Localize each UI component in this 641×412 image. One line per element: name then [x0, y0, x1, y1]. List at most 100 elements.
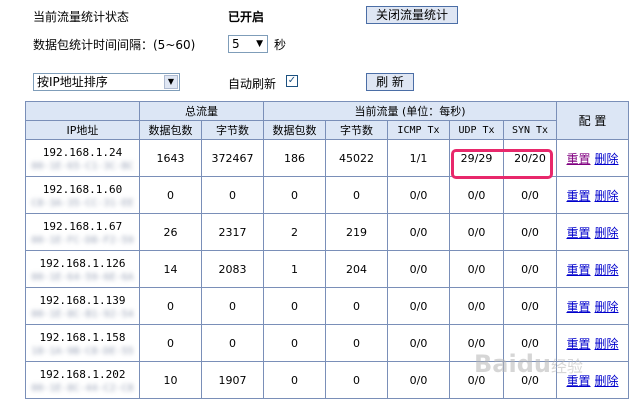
cell-total-packets: 26 — [139, 213, 202, 251]
ip-cell: 192.168.1.158 18-1A-9B-C8-DE-55 — [25, 324, 140, 362]
delete-link[interactable]: 删除 — [595, 189, 619, 203]
cell-syn: 0/0 — [503, 213, 557, 251]
header-total-bytes: 字节数 — [201, 120, 264, 140]
cell-total-bytes: 2317 — [201, 213, 264, 251]
cell-cur-bytes: 204 — [325, 250, 388, 288]
sort-select[interactable]: 按IP地址排序 ▼ — [33, 73, 180, 91]
config-cell: 重置 删除 — [556, 176, 629, 214]
cell-udp: 0/0 — [449, 213, 504, 251]
header-udp-tx: UDP Tx — [449, 120, 504, 140]
cell-syn: 0/0 — [503, 250, 557, 288]
interval-select[interactable]: 5 ▼ — [228, 35, 268, 53]
cell-icmp: 1/1 — [387, 139, 450, 177]
ip-cell: 192.168.1.24 00-1E-65-C1-3C-BC — [25, 139, 140, 177]
auto-refresh-checkbox[interactable]: ✓ — [286, 75, 298, 87]
mac-address: 00-1E-FC-D8-F2-59 — [31, 235, 134, 246]
cell-syn: 0/0 — [503, 287, 557, 325]
ip-cell: 192.168.1.202 00-1E-8C-44-C2-C8 — [25, 361, 140, 399]
delete-link[interactable]: 删除 — [595, 337, 619, 351]
config-cell: 重置 删除 — [556, 250, 629, 288]
table-row: 192.168.1.60 C8-3A-35-CC-31-EE 0 0 0 0 0/0 0/0 0… — [25, 176, 629, 214]
delete-link[interactable]: 删除 — [595, 263, 619, 277]
mac-address: 00-1E-8C-B1-92-54 — [31, 309, 134, 320]
cell-udp: 0/0 — [449, 176, 504, 214]
table-row: 192.168.1.126 00-1E-64-59-6E-6A 14 2083 1 204… — [25, 250, 629, 288]
cell-udp: 0/0 — [449, 250, 504, 288]
header-cur-bytes: 字节数 — [325, 120, 388, 140]
chevron-down-icon: ▼ — [164, 75, 178, 89]
cell-total-bytes: 1907 — [201, 361, 264, 399]
ip-cell: 192.168.1.67 00-1E-FC-D8-F2-59 — [25, 213, 140, 251]
cell-total-packets: 0 — [139, 324, 202, 362]
mac-address: 00-1E-8C-44-C2-C8 — [31, 383, 134, 394]
cell-total-packets: 0 — [139, 176, 202, 214]
interval-label: 数据包统计时间间隔：(5~60) — [33, 38, 196, 52]
reset-link[interactable]: 重置 — [566, 226, 590, 240]
reset-link[interactable]: 重置 — [566, 337, 590, 351]
ip-cell: 192.168.1.126 00-1E-64-59-6E-6A — [25, 250, 140, 288]
header-ip: IP地址 — [25, 120, 140, 140]
chevron-down-icon: ▼ — [256, 39, 263, 49]
baidu-watermark: Baidu经验 — [474, 350, 583, 378]
header-syn-tx: SYN Tx — [503, 120, 557, 140]
delete-link[interactable]: 删除 — [595, 152, 619, 166]
refresh-button[interactable]: 刷 新 — [366, 73, 414, 91]
ip-cell: 192.168.1.139 00-1E-8C-B1-92-54 — [25, 287, 140, 325]
reset-link[interactable]: 重置 — [566, 263, 590, 277]
config-cell: 重置 删除 — [556, 139, 629, 177]
cell-cur-packets: 1 — [263, 250, 326, 288]
cell-cur-bytes: 0 — [325, 176, 388, 214]
cell-udp: 0/0 — [449, 287, 504, 325]
ip-address: 192.168.1.158 — [39, 331, 126, 344]
cell-total-packets: 10 — [139, 361, 202, 399]
cell-cur-bytes: 219 — [325, 213, 388, 251]
watermark-main: Baidu — [474, 350, 551, 378]
header-icmp-tx: ICMP Tx — [387, 120, 450, 140]
config-cell: 重置 删除 — [556, 287, 629, 325]
mac-address: C8-3A-35-CC-31-EE — [31, 198, 134, 209]
auto-refresh-label: 自动刷新 — [228, 77, 277, 91]
cell-icmp: 0/0 — [387, 213, 450, 251]
cell-icmp: 0/0 — [387, 361, 450, 399]
config-cell: 重置 删除 — [556, 213, 629, 251]
cell-total-packets: 1643 — [139, 139, 202, 177]
highlight-box — [451, 149, 553, 179]
table-row: 192.168.1.139 00-1E-8C-B1-92-54 0 0 0 0 0/0 0/0… — [25, 287, 629, 325]
cell-icmp: 0/0 — [387, 287, 450, 325]
delete-link[interactable]: 删除 — [595, 300, 619, 314]
cell-total-packets: 14 — [139, 250, 202, 288]
delete-link[interactable]: 删除 — [595, 226, 619, 240]
cell-total-bytes: 0 — [201, 176, 264, 214]
cell-icmp: 0/0 — [387, 250, 450, 288]
table-row: 192.168.1.67 00-1E-FC-D8-F2-59 26 2317 2 219 0… — [25, 213, 629, 251]
ip-address: 192.168.1.202 — [39, 368, 126, 381]
mac-address: 18-1A-9B-C8-DE-55 — [31, 346, 134, 357]
cell-cur-bytes: 0 — [325, 361, 388, 399]
header-config: 配 置 — [556, 101, 629, 140]
interval-unit: 秒 — [274, 38, 287, 52]
cell-cur-packets: 0 — [263, 324, 326, 362]
reset-link[interactable]: 重置 — [566, 189, 590, 203]
header-cur-packets: 数据包数 — [263, 120, 326, 140]
reset-link[interactable]: 重置 — [566, 152, 590, 166]
cell-total-packets: 0 — [139, 287, 202, 325]
ip-address: 192.168.1.126 — [39, 257, 126, 270]
cell-icmp: 0/0 — [387, 176, 450, 214]
status-label: 当前流量统计状态 — [33, 10, 130, 24]
cell-total-bytes: 2083 — [201, 250, 264, 288]
ip-address: 192.168.1.24 — [42, 146, 123, 159]
cell-cur-packets: 186 — [263, 139, 326, 177]
cell-cur-packets: 0 — [263, 176, 326, 214]
toggle-stats-button[interactable]: 关闭流量统计 — [366, 6, 458, 24]
cell-total-bytes: 0 — [201, 324, 264, 362]
cell-cur-bytes: 0 — [325, 287, 388, 325]
reset-link[interactable]: 重置 — [566, 300, 590, 314]
ip-address: 192.168.1.60 — [42, 183, 123, 196]
cell-total-bytes: 0 — [201, 287, 264, 325]
delete-link[interactable]: 删除 — [595, 374, 619, 388]
header-total-packets: 数据包数 — [139, 120, 202, 140]
header-current-group: 当前流量 (单位：每秒) — [263, 101, 557, 121]
ip-address: 192.168.1.67 — [42, 220, 123, 233]
cell-cur-packets: 2 — [263, 213, 326, 251]
header-total-group: 总流量 — [139, 101, 264, 121]
